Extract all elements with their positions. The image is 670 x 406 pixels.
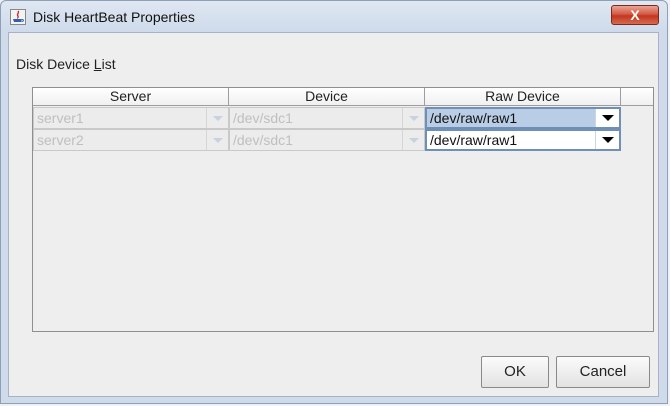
dropdown-arrow-icon[interactable] [595, 131, 619, 149]
raw-device-combobox[interactable]: /dev/raw/raw1 [425, 107, 621, 129]
column-header-server[interactable]: Server [33, 88, 229, 106]
close-button[interactable]: X [611, 5, 659, 25]
disk-device-list-label-suffix: ist [101, 56, 116, 72]
table-header: Server Device Raw Device [33, 88, 621, 106]
device-combobox: /dev/sdc1 [229, 129, 425, 151]
disk-device-list-label: Disk Device List [16, 56, 116, 72]
raw-device-value: /dev/raw/raw1 [430, 132, 518, 148]
chevron-down-icon [206, 130, 228, 150]
cancel-button[interactable]: Cancel [556, 356, 650, 388]
server-combobox: server1 [33, 107, 229, 129]
chevron-down-icon [402, 108, 424, 128]
title-bar[interactable]: Disk HeartBeat Properties X [1, 1, 667, 33]
disk-device-list-label-prefix: Disk Device [16, 56, 94, 72]
table-row[interactable]: server2 /dev/sdc1 /dev/raw/raw1 [33, 129, 621, 151]
device-value: /dev/sdc1 [233, 110, 293, 126]
raw-device-value: /dev/raw/raw1 [430, 110, 518, 126]
table-header-filler [621, 88, 653, 106]
device-combobox: /dev/sdc1 [229, 107, 425, 129]
server-value: server1 [37, 110, 84, 126]
chevron-down-icon [206, 108, 228, 128]
raw-device-combobox[interactable]: /dev/raw/raw1 [425, 129, 621, 151]
dropdown-arrow-icon[interactable] [595, 109, 619, 127]
server-value: server2 [37, 132, 84, 148]
chevron-down-icon [402, 130, 424, 150]
column-header-device[interactable]: Device [229, 88, 425, 106]
window-title: Disk HeartBeat Properties [33, 9, 195, 25]
table-row[interactable]: server1 /dev/sdc1 /dev/raw/raw1 [33, 107, 621, 129]
ok-button[interactable]: OK [481, 356, 549, 388]
java-app-icon [10, 9, 26, 25]
column-header-raw-device[interactable]: Raw Device [425, 88, 621, 106]
device-value: /dev/sdc1 [233, 132, 293, 148]
server-combobox: server2 [33, 129, 229, 151]
disk-device-list-label-mnemonic: L [93, 56, 102, 72]
